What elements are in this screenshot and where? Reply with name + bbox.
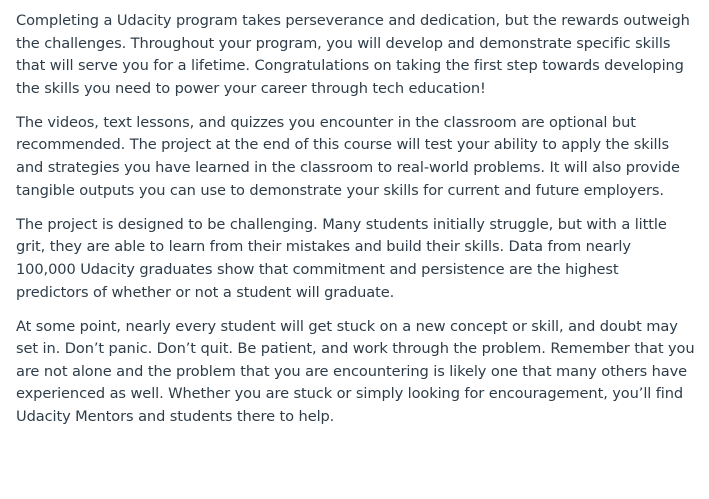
paragraph-project: The project is designed to be challengin… bbox=[16, 215, 667, 301]
paragraph-intro: Completing a Udacity program takes perse… bbox=[16, 12, 690, 97]
paragraph-encouragement: At some point, nearly every student will… bbox=[16, 317, 695, 425]
paragraph-classroom: The videos, text lessons, and quizzes yo… bbox=[16, 113, 680, 199]
article-body: Completing a Udacity program takes perse… bbox=[0, 0, 709, 429]
